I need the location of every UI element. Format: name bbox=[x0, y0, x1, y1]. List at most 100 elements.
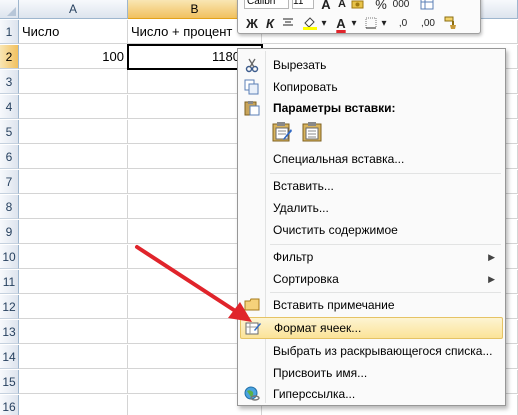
comma-style-button[interactable]: 000 bbox=[390, 0, 412, 13]
percent-style-button[interactable]: % bbox=[372, 0, 390, 13]
menu-item-clear-contents[interactable]: Очистить содержимое bbox=[240, 219, 503, 241]
row-header-1[interactable]: 1 bbox=[0, 20, 19, 44]
select-all-corner[interactable] bbox=[0, 0, 19, 19]
menu-item-label: Вставить примечание bbox=[273, 298, 395, 312]
shrink-font-button[interactable]: A bbox=[335, 0, 349, 13]
cell-a2[interactable]: 100 bbox=[19, 45, 128, 69]
align-center-icon[interactable] bbox=[280, 14, 296, 32]
menu-item-paste-special[interactable]: Специальная вставка... bbox=[240, 148, 503, 170]
menu-item-copy[interactable]: Копировать bbox=[240, 76, 503, 98]
menu-separator bbox=[270, 173, 501, 174]
row-header-9[interactable]: 9 bbox=[0, 220, 19, 244]
context-menu: Вырезать Копировать Параметры вставки: С… bbox=[237, 48, 506, 406]
menu-item-label: Очистить содержимое bbox=[273, 223, 398, 237]
paste-options-header: Параметры вставки: bbox=[240, 98, 503, 118]
format-painter-icon[interactable] bbox=[442, 14, 460, 32]
accounting-format-icon[interactable] bbox=[350, 0, 366, 13]
menu-item-label: Фильтр bbox=[273, 250, 314, 264]
grid-cell[interactable] bbox=[19, 170, 128, 194]
italic-button[interactable]: К bbox=[262, 14, 278, 32]
row-header-3[interactable]: 3 bbox=[0, 70, 19, 94]
row-header-15[interactable]: 15 bbox=[0, 370, 19, 394]
menu-item-insert[interactable]: Вставить... bbox=[240, 175, 503, 197]
menu-separator bbox=[270, 292, 501, 293]
row-header-4[interactable]: 4 bbox=[0, 95, 19, 119]
font-color-button[interactable]: A bbox=[332, 14, 350, 32]
menu-item-label: Удалить... bbox=[273, 201, 329, 215]
grid-cell[interactable] bbox=[19, 120, 128, 144]
comment-icon bbox=[244, 297, 260, 313]
fill-color-icon[interactable] bbox=[300, 14, 320, 32]
mini-toolbar: Calibri 11 A A % 000 Ж К ▾ A ▾ ▾ ,0 ,00 bbox=[237, 0, 481, 34]
menu-item-filter[interactable]: Фильтр ▶ bbox=[240, 246, 503, 268]
paste-values-icon[interactable] bbox=[299, 119, 325, 145]
menu-item-label: Вырезать bbox=[273, 58, 327, 72]
paste-icon bbox=[244, 100, 260, 116]
menu-item-define-name[interactable]: Присвоить имя... bbox=[240, 362, 503, 384]
menu-item-label: Присвоить имя... bbox=[273, 366, 368, 380]
decrease-decimal-button[interactable]: ,00 bbox=[416, 14, 440, 32]
row-header-5[interactable]: 5 bbox=[0, 120, 19, 144]
grid-cell[interactable] bbox=[19, 220, 128, 244]
menu-item-format-cells[interactable]: Формат ячеек... bbox=[240, 317, 503, 339]
grid-cell[interactable] bbox=[19, 370, 128, 394]
row-header-7[interactable]: 7 bbox=[0, 170, 19, 194]
copy-icon bbox=[244, 79, 260, 95]
menu-item-cut[interactable]: Вырезать bbox=[240, 54, 503, 76]
menu-item-delete[interactable]: Удалить... bbox=[240, 197, 503, 219]
menu-item-label: Вставить... bbox=[273, 179, 334, 193]
menu-item-hyperlink[interactable]: Гиперссылка... bbox=[240, 383, 503, 405]
grid-cell[interactable] bbox=[19, 295, 128, 319]
grid-cell[interactable] bbox=[19, 195, 128, 219]
row-header-14[interactable]: 14 bbox=[0, 345, 19, 369]
font-name-box[interactable]: Calibri bbox=[244, 0, 289, 9]
format-cells-icon bbox=[245, 320, 261, 336]
grid-cell[interactable] bbox=[19, 270, 128, 294]
grid-cell[interactable] bbox=[19, 395, 128, 415]
submenu-arrow-icon: ▶ bbox=[488, 274, 495, 284]
row-header-6[interactable]: 6 bbox=[0, 145, 19, 169]
borders-dropdown-icon[interactable]: ▾ bbox=[380, 14, 388, 32]
paste-options-row bbox=[269, 119, 325, 147]
grid-cell[interactable] bbox=[19, 95, 128, 119]
row-header-12[interactable]: 12 bbox=[0, 295, 19, 319]
menu-item-label: Копировать bbox=[273, 80, 338, 94]
grid-cell[interactable] bbox=[19, 70, 128, 94]
grow-font-button[interactable]: A bbox=[318, 0, 334, 13]
scissors-icon bbox=[244, 57, 260, 73]
cell-a1[interactable]: Число bbox=[19, 20, 128, 44]
borders-icon[interactable] bbox=[362, 14, 380, 32]
grid-cell[interactable] bbox=[19, 145, 128, 169]
menu-item-sort[interactable]: Сортировка ▶ bbox=[240, 268, 503, 290]
grid-cell[interactable] bbox=[19, 320, 128, 344]
grid-cell[interactable] bbox=[19, 245, 128, 269]
fill-color-dropdown-icon[interactable]: ▾ bbox=[320, 14, 328, 32]
row-header-13[interactable]: 13 bbox=[0, 320, 19, 344]
font-color-dropdown-icon[interactable]: ▾ bbox=[350, 14, 358, 32]
column-header-a[interactable]: A bbox=[19, 0, 128, 19]
menu-item-pick-from-list[interactable]: Выбрать из раскрывающегося списка... bbox=[240, 340, 503, 362]
paste-formatting-icon[interactable] bbox=[269, 119, 295, 145]
format-painter-table-icon[interactable] bbox=[418, 0, 436, 13]
menu-item-label: Формат ячеек... bbox=[274, 321, 362, 335]
mini-toolbar-row-1: Calibri 11 A A % 000 bbox=[242, 0, 476, 13]
hyperlink-globe-icon bbox=[244, 386, 260, 402]
menu-item-insert-comment[interactable]: Вставить примечание bbox=[240, 294, 503, 316]
menu-item-label: Сортировка bbox=[273, 272, 339, 286]
row-header-11[interactable]: 11 bbox=[0, 270, 19, 294]
menu-item-label: Выбрать из раскрывающегося списка... bbox=[273, 344, 493, 358]
row-header-16[interactable]: 16 bbox=[0, 395, 19, 415]
row-header-10[interactable]: 10 bbox=[0, 245, 19, 269]
font-size-box[interactable]: 11 bbox=[292, 0, 314, 9]
increase-decimal-button[interactable]: ,0 bbox=[392, 14, 414, 32]
mini-toolbar-row-2: Ж К ▾ A ▾ ▾ ,0 ,00 bbox=[242, 14, 476, 32]
submenu-arrow-icon: ▶ bbox=[488, 252, 495, 262]
paste-options-label: Параметры вставки: bbox=[273, 101, 396, 115]
row-header-2[interactable]: 2 bbox=[0, 45, 19, 69]
row-header-8[interactable]: 8 bbox=[0, 195, 19, 219]
bold-button[interactable]: Ж bbox=[244, 14, 260, 32]
menu-item-label: Гиперссылка... bbox=[273, 387, 356, 401]
menu-item-label: Специальная вставка... bbox=[273, 152, 405, 166]
grid-cell[interactable] bbox=[19, 345, 128, 369]
menu-separator bbox=[270, 244, 501, 245]
